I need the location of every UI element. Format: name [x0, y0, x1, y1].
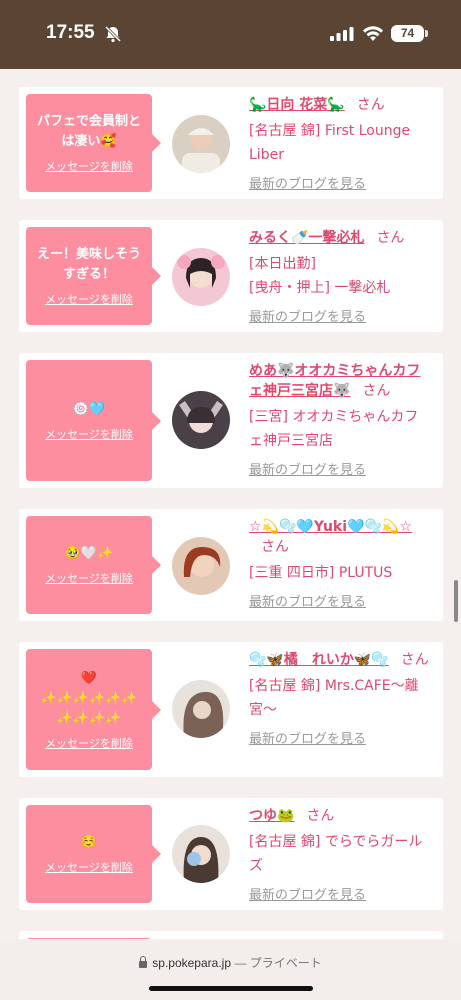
shop-info: [名古屋 錦] Mrs.CAFE〜離宮〜 — [249, 678, 419, 718]
avatar[interactable] — [172, 680, 230, 738]
message-card: ❤️ ✨✨✨✨✨✨ ✨✨✨✨ メッセージを削除 🫧🦋橘 れいか🦋🫧 さん [名古屋… — [19, 642, 443, 777]
shop-info: [本日出勤] [曳舟・押上] 一撃必札 — [249, 252, 429, 300]
latest-blog-link[interactable]: 最新のブログを見る — [249, 591, 429, 610]
profile-info: 🫧🦋橘 れいか🦋🫧 さん [名古屋 錦] Mrs.CAFE〜離宮〜 最新のブログを… — [249, 650, 429, 747]
shop-name: [曳舟・押上] 一撃必札 — [249, 280, 391, 296]
url-bar[interactable]: sp.pokepara.jp — プライベート — [0, 954, 461, 971]
battery-nub — [425, 30, 428, 37]
profile-name-link[interactable]: つゆ🐸 — [249, 808, 294, 824]
latest-blog-link[interactable]: 最新のブログを見る — [249, 173, 429, 192]
profile-name-link[interactable]: めあ🐺オオカミちゃんカフェ神戸三宮店🐺 — [249, 363, 420, 399]
avatar[interactable] — [172, 537, 230, 595]
profile-info: 🦕日向 花菜🦕 さん [名古屋 錦] First Lounge Liber 最新の… — [249, 95, 429, 192]
honorific: さん — [356, 97, 385, 113]
profile-name-link[interactable]: 🫧🦋橘 れいか🦋🫧 — [249, 652, 389, 668]
delete-message-link[interactable]: メッセージを削除 — [45, 570, 133, 586]
profile-info: めあ🐺オオカミちゃんカフェ神戸三宮店🐺 さん [三宮] オオカミちゃんカフェ神戸三… — [249, 361, 429, 478]
message-card: ☺️ メッセージを削除 つゆ🐸 さん [名古屋 錦] でらでらガールズ 最新のブロ… — [19, 798, 443, 910]
battery-icon: 74 — [391, 25, 424, 42]
wifi-icon — [363, 26, 383, 41]
honorific: さん — [376, 230, 405, 246]
message-text: ❤️ ✨✨✨✨✨✨ ✨✨✨✨ — [40, 670, 138, 726]
status-bar: 17:55 74 — [0, 0, 461, 69]
status-time: 17:55 — [46, 22, 95, 43]
avatar[interactable] — [172, 391, 230, 449]
shop-info: [名古屋 錦] でらでらガールズ — [249, 834, 423, 874]
delete-message-link[interactable]: メッセージを削除 — [45, 158, 133, 174]
message-bubble: ❤️ ✨✨✨✨✨✨ ✨✨✨✨ メッセージを削除 — [26, 649, 161, 770]
shop-info: [三宮] オオカミちゃんカフェ神戸三宮店 — [249, 409, 419, 449]
home-indicator[interactable] — [149, 986, 313, 991]
delete-message-link[interactable]: メッセージを削除 — [45, 291, 133, 307]
message-bubble: えー！美味しそうすぎる！ メッセージを削除 — [26, 227, 161, 325]
message-text: パフェで会員制とは凄い🥰 — [36, 114, 141, 149]
message-text: えー！美味しそうすぎる！ — [36, 247, 141, 282]
latest-blog-link[interactable]: 最新のブログを見る — [249, 306, 429, 325]
shop-info: [三重 四日市] PLUTUS — [249, 565, 393, 581]
scroll-indicator[interactable] — [454, 580, 458, 622]
shop-info: [名古屋 錦] First Lounge Liber — [249, 123, 411, 163]
profile-info: みるく🍼一撃必札 さん [本日出勤] [曳舟・押上] 一撃必札 最新のブログを見る — [249, 228, 429, 325]
message-text: 🍥🩵 — [72, 401, 106, 417]
message-card: 🍥🩵 メッセージを削除 めあ🐺オオカミちゃんカフェ神戸三宮店🐺 さん [三宮] オ… — [19, 353, 443, 488]
honorific: さん — [261, 539, 289, 555]
avatar[interactable] — [172, 115, 230, 173]
message-bubble: ☺️ メッセージを削除 — [26, 805, 161, 903]
honorific: さん — [400, 652, 429, 668]
signal-icon — [330, 27, 354, 41]
profile-info: ☆💫🫧🩵Yuki🩵🫧💫☆ さん [三重 四日市] PLUTUS 最新のブログを見る — [249, 517, 429, 610]
profile-name-link[interactable]: みるく🍼一撃必札 — [249, 230, 364, 246]
url-domain: sp.pokepara.jp — [152, 956, 232, 970]
delete-message-link[interactable]: メッセージを削除 — [45, 859, 133, 875]
private-mode-label: — プライベート — [234, 956, 322, 970]
delete-message-link[interactable]: メッセージを削除 — [45, 735, 133, 751]
avatar[interactable] — [172, 825, 230, 883]
avatar[interactable] — [172, 248, 230, 306]
profile-name-link[interactable]: 🦕日向 花菜🦕 — [249, 97, 345, 113]
message-card-partial — [19, 931, 443, 939]
message-list: パフェで会員制とは凄い🥰 メッセージを削除 🦕日向 花菜🦕 さん [名古屋 錦] … — [0, 69, 461, 939]
delete-message-link[interactable]: メッセージを削除 — [45, 426, 133, 442]
message-card: えー！美味しそうすぎる！ メッセージを削除 みるく🍼一撃必札 さん [本日出勤] … — [19, 220, 443, 332]
bell-muted-icon — [104, 25, 122, 43]
shop-status: [本日出勤] — [249, 256, 316, 272]
message-bubble — [26, 938, 152, 939]
message-bubble: 🍥🩵 メッセージを削除 — [26, 360, 161, 481]
message-bubble: 🥹🤍✨ メッセージを削除 — [26, 516, 161, 614]
honorific: さん — [306, 808, 335, 824]
message-card: パフェで会員制とは凄い🥰 メッセージを削除 🦕日向 花菜🦕 さん [名古屋 錦] … — [19, 87, 443, 199]
message-bubble: パフェで会員制とは凄い🥰 メッセージを削除 — [26, 94, 161, 192]
honorific: さん — [362, 383, 391, 399]
message-card: 🥹🤍✨ メッセージを削除 ☆💫🫧🩵Yuki🩵🫧💫☆ さん [三重 四日市] PLU… — [19, 509, 443, 621]
message-text: ☺️ — [80, 835, 98, 850]
message-text: 🥹🤍✨ — [64, 546, 114, 561]
latest-blog-link[interactable]: 最新のブログを見る — [249, 728, 429, 747]
profile-name-link[interactable]: ☆💫🫧🩵Yuki🩵🫧💫☆ — [249, 519, 412, 535]
latest-blog-link[interactable]: 最新のブログを見る — [249, 884, 429, 903]
profile-info: つゆ🐸 さん [名古屋 錦] でらでらガールズ 最新のブログを見る — [249, 806, 429, 903]
lock-icon — [139, 956, 148, 968]
latest-blog-link[interactable]: 最新のブログを見る — [249, 459, 429, 478]
browser-bottom-bar: sp.pokepara.jp — プライベート — [0, 940, 461, 1000]
